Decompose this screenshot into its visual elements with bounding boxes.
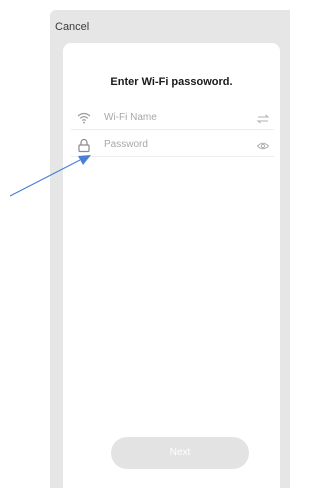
field-divider <box>71 156 274 157</box>
wifi-icon <box>76 110 92 126</box>
phone-screen: Cancel Enter Wi-Fi passoword. Wi-Fi Name <box>50 10 290 488</box>
wifi-name-placeholder: Wi-Fi Name <box>104 112 157 123</box>
next-button[interactable]: Next <box>111 437 249 469</box>
eye-icon[interactable] <box>256 139 270 153</box>
wifi-name-field[interactable]: Wi-Fi Name <box>71 108 274 130</box>
wifi-password-sheet: Enter Wi-Fi passoword. Wi-Fi Name Passwo… <box>63 43 280 488</box>
cancel-button[interactable]: Cancel <box>55 21 89 33</box>
password-field[interactable]: Password <box>71 135 274 157</box>
page-title: Enter Wi-Fi passoword. <box>110 76 233 88</box>
lock-icon <box>76 137 92 153</box>
password-placeholder: Password <box>104 139 148 150</box>
switch-icon[interactable] <box>256 112 270 126</box>
field-divider <box>71 129 274 130</box>
